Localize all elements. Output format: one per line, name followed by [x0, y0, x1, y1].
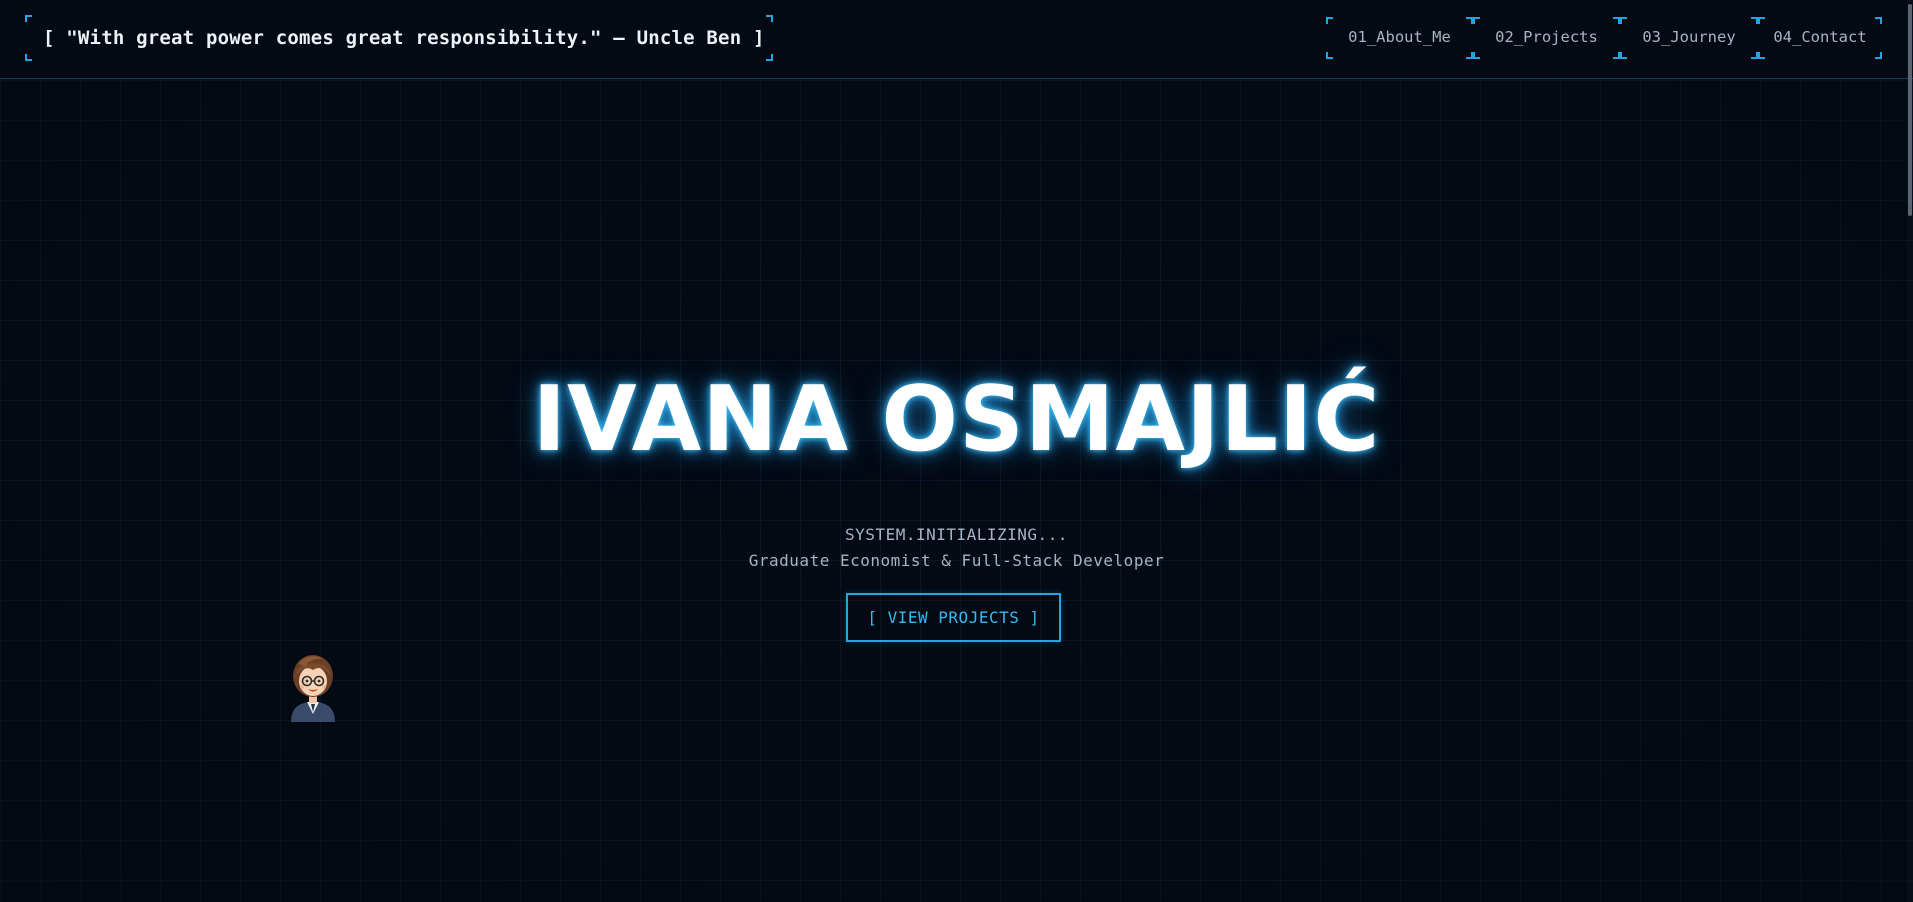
quote-banner: [ "With great power comes great responsi…: [25, 15, 773, 61]
nav-label: 02_Projects: [1495, 28, 1598, 46]
developer-avatar-icon[interactable]: [285, 650, 341, 722]
status-text: SYSTEM.INITIALIZING...: [845, 525, 1068, 544]
header-quote: [ "With great power comes great responsi…: [43, 27, 765, 49]
hero-name: IVANA OSMAJLIĆ: [532, 367, 1381, 472]
page-scrollbar[interactable]: [1907, 0, 1913, 902]
nav-label: 03_Journey: [1642, 28, 1736, 46]
role-subtitle: Graduate Economist & Full-Stack Develope…: [748, 551, 1165, 570]
nav-item-journey[interactable]: 03_Journey: [1620, 17, 1758, 59]
nav-label: 01_About_Me: [1348, 28, 1451, 46]
nav-item-projects[interactable]: 02_Projects: [1473, 17, 1620, 59]
site-header: [ "With great power comes great responsi…: [0, 0, 1913, 79]
view-projects-button[interactable]: [ VIEW PROJECTS ]: [846, 593, 1061, 642]
nav-item-contact[interactable]: 04_Contact: [1758, 17, 1882, 59]
scrollbar-thumb[interactable]: [1908, 4, 1912, 216]
nav-label: 04_Contact: [1773, 28, 1867, 46]
nav-item-about-me[interactable]: 01_About_Me: [1326, 17, 1473, 59]
